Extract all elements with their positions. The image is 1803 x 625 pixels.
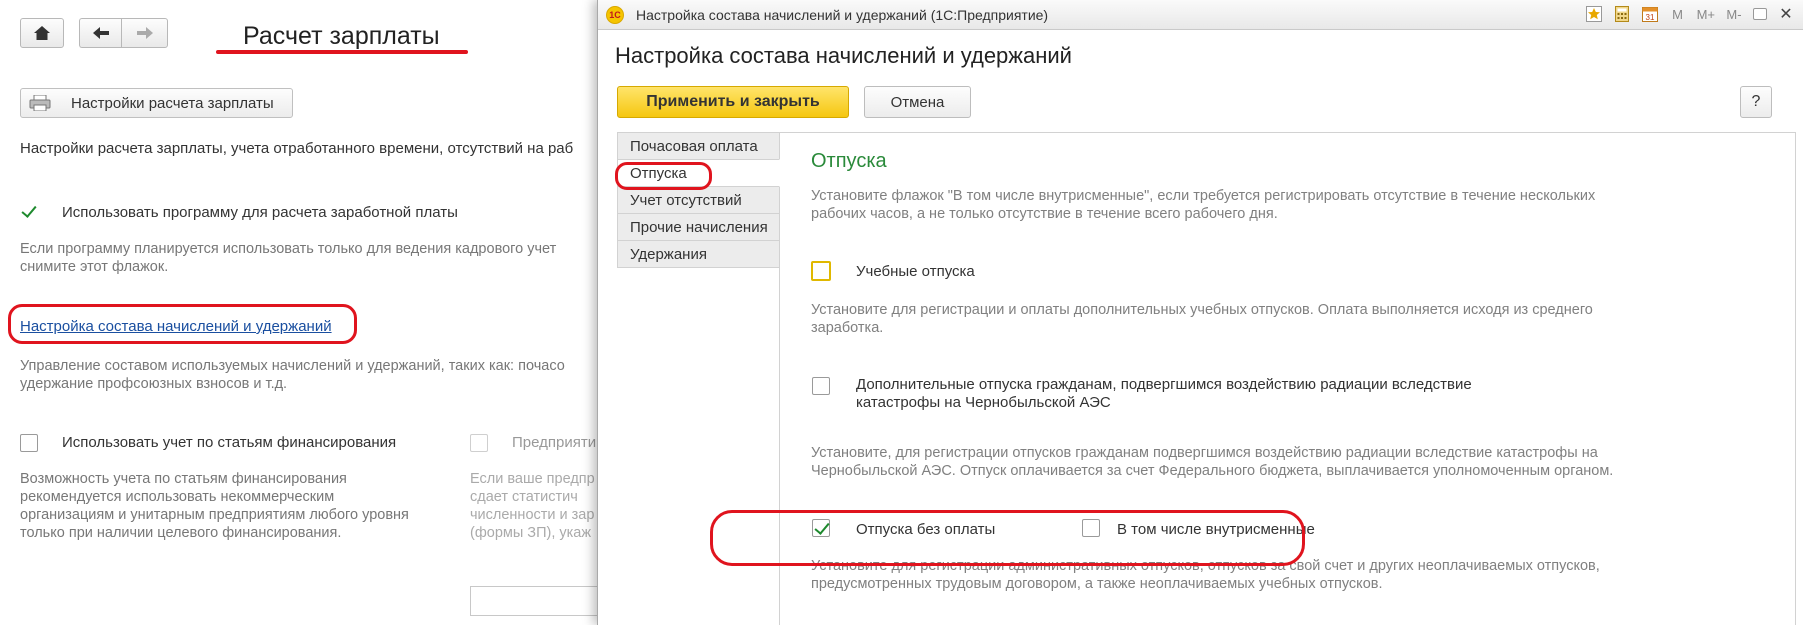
financing-label: Использовать учет по статьям финансирова… (62, 434, 397, 451)
hint-line: рабочих часов, а не только отсутствие в … (811, 206, 1278, 222)
dialog-heading: Настройка состава начислений и удержаний (615, 43, 1072, 68)
hint-line: Управление составом используемых начисле… (20, 358, 565, 374)
use-program-hint: Если программу планируется использовать … (20, 240, 556, 276)
hint-line: сдает статистич (470, 489, 578, 505)
hint-line: рекомендуется использовать некоммерчески… (20, 489, 335, 505)
financing-checkbox[interactable] (20, 434, 38, 452)
chernobyl-leave-checkbox[interactable] (812, 377, 830, 395)
memory-button[interactable]: M (1669, 5, 1687, 23)
payroll-settings-button[interactable]: Настройки расчета зарплаты (20, 88, 293, 118)
section-title: Отпуска (811, 150, 887, 172)
printer-icon (29, 94, 51, 112)
svg-text:31: 31 (1645, 13, 1654, 22)
hint-line: Установите флажок "В том числе внутрисме… (811, 188, 1596, 204)
use-program-label: Использовать программу для расчета зараб… (62, 204, 458, 221)
hint-line: численности и зар (470, 507, 595, 523)
home-icon (34, 26, 50, 40)
enterprise-input[interactable] (470, 586, 610, 616)
back-button[interactable] (79, 18, 121, 48)
hint-line: Если ваше предпр (470, 471, 595, 487)
hint-line: только при наличии целевого финансирован… (20, 525, 342, 541)
arrow-left-icon (92, 27, 109, 39)
hint-line: Установите, для регистрации отпусков гра… (811, 445, 1598, 461)
calculator-icon[interactable] (1613, 5, 1631, 23)
maximize-icon[interactable] (1753, 8, 1767, 20)
star-icon[interactable] (1585, 5, 1603, 23)
section-nav: Почасовая оплата Отпуска Учет отсутствий… (617, 132, 780, 268)
apply-and-close-button[interactable]: Применить и закрыть (617, 86, 849, 118)
hint-line: Чернобыльской АЭС. Отпуск оплачивается з… (811, 463, 1614, 479)
financing-hint: Возможность учета по статьям финансирова… (20, 470, 409, 542)
nav-item-hourly-pay[interactable]: Почасовая оплата (617, 132, 780, 160)
title-red-underline (216, 50, 468, 54)
help-button[interactable]: ? (1740, 86, 1772, 118)
nav-item-absences[interactable]: Учет отсутствий (617, 186, 780, 214)
hint-line: Установите для регистрации и оплаты допо… (811, 302, 1593, 318)
forward-button[interactable] (121, 18, 168, 48)
close-icon[interactable]: ✕ (1777, 5, 1795, 23)
hint-line: удержание профсоюзных взносов и т.д. (20, 376, 288, 392)
label-line: Дополнительные отпуска гражданам, подвер… (856, 376, 1472, 393)
memory-plus-button[interactable]: M+ (1697, 5, 1715, 23)
nav-item-deductions[interactable]: Удержания (617, 240, 780, 268)
cancel-button[interactable]: Отмена (864, 86, 971, 118)
payroll-settings-label: Настройки расчета зарплаты (71, 94, 274, 112)
hint-line: предусмотренных трудовым договором, а та… (811, 576, 1383, 592)
calendar-icon[interactable]: 31 (1641, 5, 1659, 23)
titlebar-tools: 31 M M+ M- ✕ (1585, 5, 1795, 23)
accruals-dialog: 1С Настройка состава начислений и удержа… (597, 0, 1803, 625)
hint-line: снимите этот флажок. (20, 259, 169, 275)
window-title: Настройка состава начислений и удержаний… (636, 6, 1049, 23)
memory-minus-button[interactable]: M- (1725, 5, 1743, 23)
section-intro: Установите флажок "В том числе внутрисме… (811, 187, 1595, 223)
chernobyl-leave-label: Дополнительные отпуска гражданам, подвер… (856, 376, 1472, 412)
1c-logo-icon: 1С (606, 5, 624, 24)
study-leave-label: Учебные отпуска (856, 263, 975, 280)
study-leave-hint: Установите для регистрации и оплаты допо… (811, 301, 1593, 337)
nav-item-other-accruals[interactable]: Прочие начисления (617, 213, 780, 241)
red-highlight-oval (615, 162, 712, 190)
enterprise-hint: Если ваше предпр сдает статистич численн… (470, 470, 595, 542)
intro-text: Настройки расчета зарплаты, учета отрабо… (20, 140, 574, 157)
red-highlight-oval (710, 510, 1305, 566)
home-button[interactable] (20, 18, 64, 48)
enterprise-checkbox[interactable] (470, 434, 488, 452)
hint-line: Возможность учета по статьям финансирова… (20, 471, 347, 487)
hint-line: Если программу планируется использовать … (20, 241, 557, 257)
use-program-checkbox[interactable] (20, 203, 38, 221)
chernobyl-leave-hint: Установите, для регистрации отпусков гра… (811, 444, 1613, 480)
dialog-titlebar: 1С Настройка состава начислений и удержа… (598, 0, 1803, 30)
hint-line: заработка. (811, 320, 884, 336)
hint-line: (формы ЗП), укаж (470, 525, 592, 541)
study-leave-checkbox[interactable] (811, 261, 831, 281)
hint-line: организациям и унитарным предприятиям лю… (20, 507, 409, 523)
enterprise-label: Предприяти (512, 434, 597, 451)
label-line: катастрофы на Чернобыльской АЭС (856, 394, 1111, 411)
arrow-right-icon (136, 27, 153, 39)
page-title: Расчет зарплаты (243, 22, 440, 50)
link-hint: Управление составом используемых начисле… (20, 357, 565, 393)
red-highlight-oval (8, 304, 357, 344)
